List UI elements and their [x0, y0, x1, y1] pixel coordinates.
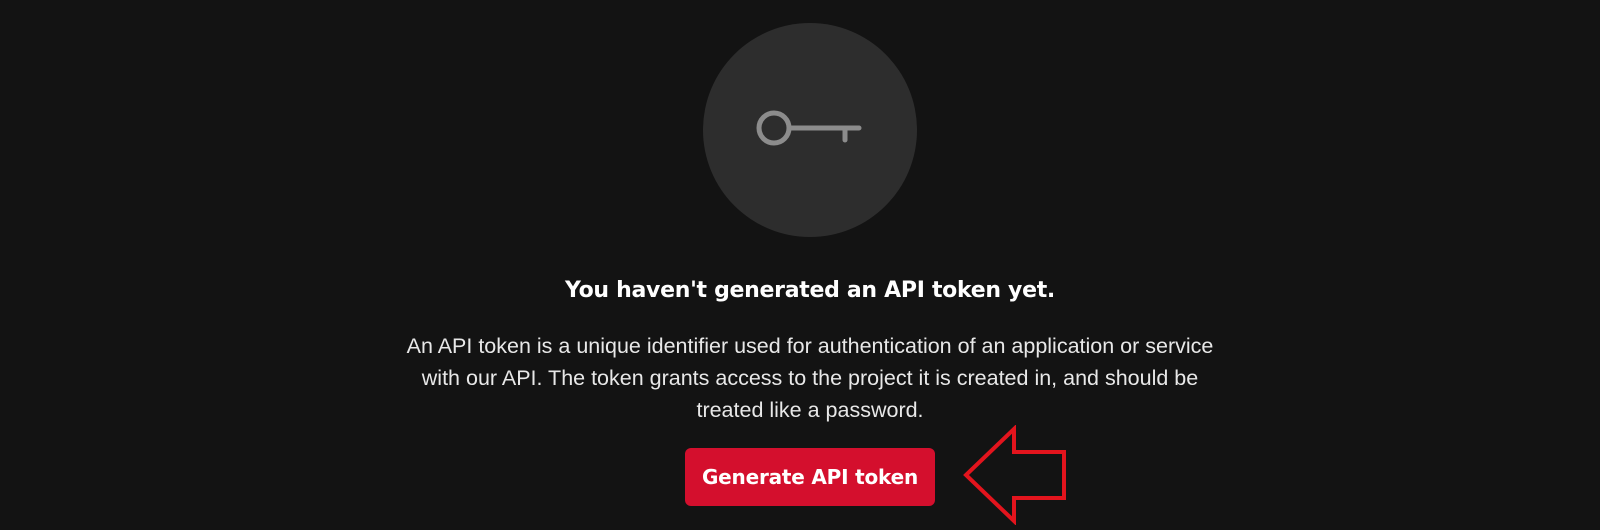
api-tokens-page: You haven't generated an API token yet. … [0, 0, 1600, 530]
empty-state-heading: You haven't generated an API token yet. [565, 278, 1055, 303]
generate-api-token-button[interactable]: Generate API token [685, 448, 935, 506]
arrow-left-outline-icon [963, 425, 1066, 525]
empty-state-description: An API token is a unique identifier used… [406, 334, 1214, 422]
empty-state: You haven't generated an API token yet. … [0, 0, 1600, 530]
key-icon [756, 110, 862, 146]
key-icon-circle [703, 23, 917, 237]
